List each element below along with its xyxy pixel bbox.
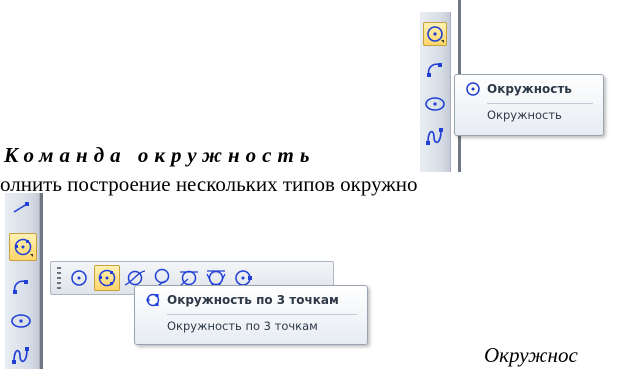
tooltip-divider xyxy=(167,314,357,315)
arc-icon xyxy=(13,280,28,294)
bezier-icon xyxy=(12,347,29,364)
circle-tool-button-active[interactable] xyxy=(423,22,447,46)
ellipse-icon xyxy=(11,314,31,328)
circle-center-button[interactable] xyxy=(67,266,91,290)
arc-icon xyxy=(427,63,442,77)
circle-center-icon xyxy=(427,26,444,43)
circle-center-icon xyxy=(466,82,480,96)
circle-3points-icon xyxy=(98,269,116,287)
circle-center-icon xyxy=(71,270,87,286)
arc-tool-button[interactable] xyxy=(423,58,447,82)
circle-3points-icon xyxy=(146,293,160,307)
body-text-line: олнить построение нескольких типов окруж… xyxy=(0,172,418,196)
ellipse-tool-button[interactable] xyxy=(423,92,447,116)
tooltip-subtitle: Окружность xyxy=(487,108,562,122)
circle-3points-button[interactable] xyxy=(94,265,120,291)
toolbar-edge-bottom xyxy=(40,193,43,369)
tooltip-divider xyxy=(487,103,593,104)
tooltip-circle-3points: Окружность по 3 точкам Окружность по 3 т… xyxy=(134,285,368,345)
toolbar-grip[interactable] xyxy=(57,267,61,289)
tooltip-title: Окружность по 3 точкам xyxy=(145,292,357,308)
circle-tool-button-active[interactable] xyxy=(9,233,37,261)
tooltip-title: Окружность xyxy=(465,81,593,97)
line-tool-button[interactable] xyxy=(9,196,33,220)
bezier-tool-button[interactable] xyxy=(423,124,447,148)
caption-text: Окружнос xyxy=(484,343,578,367)
circle-3points-icon xyxy=(14,238,33,257)
bezier-icon xyxy=(426,128,443,145)
tooltip-title-text: Окружность xyxy=(487,82,572,96)
ellipse-icon xyxy=(425,97,445,111)
tooltip-circle: Окружность Окружность xyxy=(454,74,604,136)
bezier-tool-button[interactable] xyxy=(9,343,33,367)
tooltip-title-text: Окружность по 3 точкам xyxy=(167,293,339,307)
ellipse-tool-button[interactable] xyxy=(9,309,33,333)
section-heading: Команда окружность xyxy=(4,143,316,167)
tooltip-subtitle: Окружность по 3 точкам xyxy=(167,319,318,333)
line-icon xyxy=(13,202,29,213)
arc-tool-button[interactable] xyxy=(9,275,33,299)
